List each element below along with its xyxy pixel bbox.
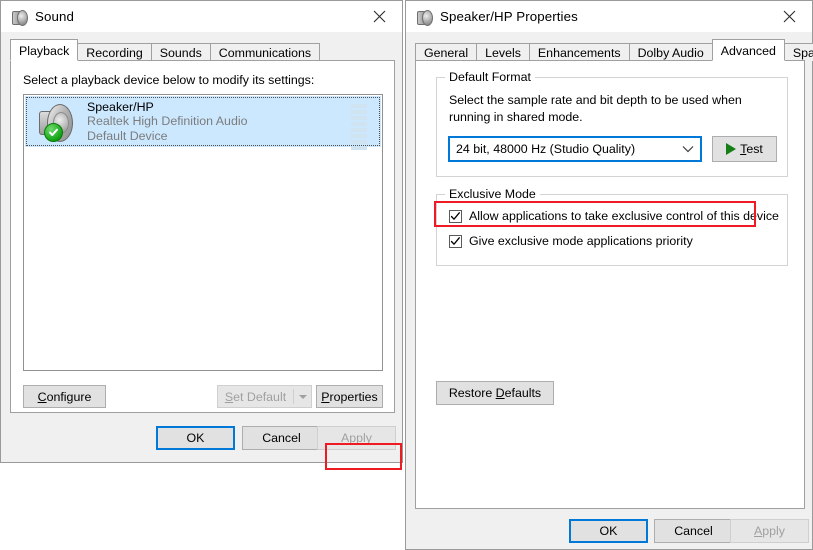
restore-defaults-rest: efaults bbox=[504, 386, 542, 400]
properties-apply-label: Apply bbox=[754, 524, 785, 538]
volume-meter bbox=[351, 104, 367, 150]
restore-defaults-label: Restore Defaults bbox=[448, 386, 542, 400]
sample-rate-dropdown[interactable]: 24 bit, 48000 Hz (Studio Quality) bbox=[448, 136, 702, 162]
test-button[interactable]: Test bbox=[712, 136, 777, 162]
advanced-tab-panel: Default Format Select the sample rate an… bbox=[415, 60, 805, 509]
exclusive-mode-group: Exclusive Mode Allow applications to tak… bbox=[436, 187, 788, 266]
sound-cancel-button[interactable]: Cancel bbox=[242, 426, 321, 450]
tab-general-label: General bbox=[424, 46, 469, 60]
sound-apply-label: Apply bbox=[341, 431, 372, 445]
close-icon[interactable] bbox=[356, 1, 402, 32]
sample-rate-value: 24 bit, 48000 Hz (Studio Quality) bbox=[456, 142, 636, 156]
checkbox-checked-icon bbox=[449, 209, 462, 223]
sound-apply-button: Apply bbox=[317, 426, 396, 450]
checkbox-exclusive-priority-label: Give exclusive mode applications priorit… bbox=[469, 234, 693, 248]
properties-cancel-button[interactable]: Cancel bbox=[654, 519, 733, 543]
tab-general[interactable]: General bbox=[415, 43, 478, 61]
tab-recording-label: Recording bbox=[86, 46, 143, 60]
tab-enhancements-label: Enhancements bbox=[537, 46, 621, 60]
green-check-icon bbox=[44, 122, 63, 142]
screenshot-root: Sound Playback Recording Sounds Communic… bbox=[0, 0, 813, 550]
set-default-rest: et Default bbox=[233, 389, 287, 404]
checkbox-exclusive-priority[interactable]: Give exclusive mode applications priorit… bbox=[449, 234, 693, 248]
chevron-down-icon[interactable] bbox=[676, 145, 700, 153]
sound-ok-label: OK bbox=[186, 431, 205, 445]
exclusive-mode-title: Exclusive Mode bbox=[445, 187, 540, 201]
properties-tabs: General Levels Enhancements Dolby Audio … bbox=[415, 39, 813, 61]
tab-enhancements[interactable]: Enhancements bbox=[528, 43, 630, 61]
tab-spatial-sound-label: Spatial sound bbox=[792, 46, 813, 60]
tab-dolby-audio[interactable]: Dolby Audio bbox=[628, 43, 713, 61]
test-label: Test bbox=[740, 142, 763, 156]
tab-advanced[interactable]: Advanced bbox=[711, 39, 785, 61]
tab-recording[interactable]: Recording bbox=[77, 43, 152, 61]
properties-apply-rest: pply bbox=[762, 524, 785, 538]
properties-ok-label: OK bbox=[599, 524, 618, 538]
speaker-device-icon bbox=[35, 103, 77, 142]
sound-apply-rest: pply bbox=[349, 431, 372, 445]
tab-communications-label: Communications bbox=[218, 46, 312, 60]
set-default-button[interactable]: Set Default bbox=[217, 385, 312, 408]
default-format-title: Default Format bbox=[445, 70, 535, 84]
tab-playback-label: Playback bbox=[19, 44, 70, 58]
properties-apply-button: Apply bbox=[730, 519, 809, 543]
properties-dialog-title: Speaker/HP Properties bbox=[440, 9, 578, 24]
playback-device-list[interactable]: Speaker/HP Realtek High Definition Audio… bbox=[23, 94, 383, 371]
close-icon[interactable] bbox=[766, 1, 812, 32]
properties-dialog-titlebar: Speaker/HP Properties bbox=[406, 1, 812, 32]
chevron-down-icon[interactable] bbox=[294, 386, 311, 407]
configure-accel: C bbox=[37, 389, 47, 404]
properties-accel: P bbox=[321, 389, 330, 404]
checkbox-checked-icon bbox=[449, 234, 462, 248]
tab-advanced-label: Advanced bbox=[720, 44, 776, 58]
properties-ok-button[interactable]: OK bbox=[569, 519, 648, 543]
tab-sounds-label: Sounds bbox=[159, 46, 202, 60]
configure-button[interactable]: Configure bbox=[23, 385, 106, 408]
tab-levels-label: Levels bbox=[485, 46, 521, 60]
tab-dolby-audio-label: Dolby Audio bbox=[637, 46, 704, 60]
checkbox-allow-exclusive-control-label: Allow applications to take exclusive con… bbox=[469, 209, 779, 223]
playback-tab-panel: Select a playback device below to modify… bbox=[10, 60, 402, 470]
speaker-icon bbox=[11, 9, 28, 26]
default-format-group: Default Format Select the sample rate an… bbox=[436, 70, 788, 177]
device-text-block: Speaker/HP Realtek High Definition Audio… bbox=[87, 100, 248, 144]
sound-tabs: Playback Recording Sounds Communications bbox=[10, 39, 395, 61]
checkbox-allow-exclusive-control[interactable]: Allow applications to take exclusive con… bbox=[449, 209, 779, 223]
sound-cancel-label: Cancel bbox=[262, 431, 301, 445]
tab-spatial-sound[interactable]: Spatial sound bbox=[783, 43, 813, 61]
default-format-description: Select the sample rate and bit depth to … bbox=[449, 93, 742, 124]
properties-rest: roperties bbox=[329, 389, 378, 404]
tab-levels[interactable]: Levels bbox=[476, 43, 530, 61]
device-status: Default Device bbox=[87, 128, 168, 143]
properties-label: Properties bbox=[321, 390, 377, 404]
play-icon bbox=[726, 143, 737, 155]
sound-dialog: Sound Playback Recording Sounds Communic… bbox=[0, 0, 403, 470]
speaker-properties-dialog: Speaker/HP Properties General Levels Enh… bbox=[405, 0, 813, 550]
sound-ok-button[interactable]: OK bbox=[156, 426, 235, 450]
test-rest: est bbox=[746, 142, 763, 156]
set-default-accel: S bbox=[224, 389, 234, 404]
device-name: Speaker/HP bbox=[87, 99, 154, 114]
configure-rest: onfigure bbox=[46, 389, 92, 404]
tab-playback[interactable]: Playback bbox=[10, 39, 79, 61]
configure-label: Configure bbox=[38, 390, 92, 404]
speaker-icon bbox=[416, 9, 433, 26]
properties-cancel-label: Cancel bbox=[674, 524, 713, 538]
restore-defaults-accel: D bbox=[495, 386, 505, 400]
device-list-item-speaker-hp[interactable]: Speaker/HP Realtek High Definition Audio… bbox=[25, 96, 381, 150]
device-driver: Realtek High Definition Audio bbox=[87, 114, 248, 129]
tab-sounds[interactable]: Sounds bbox=[150, 43, 211, 61]
tab-communications[interactable]: Communications bbox=[209, 43, 321, 61]
restore-defaults-button[interactable]: Restore Defaults bbox=[436, 381, 554, 405]
set-default-label: Set Default bbox=[218, 386, 293, 407]
playback-instruction: Select a playback device below to modify… bbox=[23, 73, 315, 87]
sound-dialog-title: Sound bbox=[35, 9, 74, 24]
properties-button[interactable]: Properties bbox=[316, 385, 383, 408]
sound-dialog-titlebar: Sound bbox=[1, 1, 402, 32]
